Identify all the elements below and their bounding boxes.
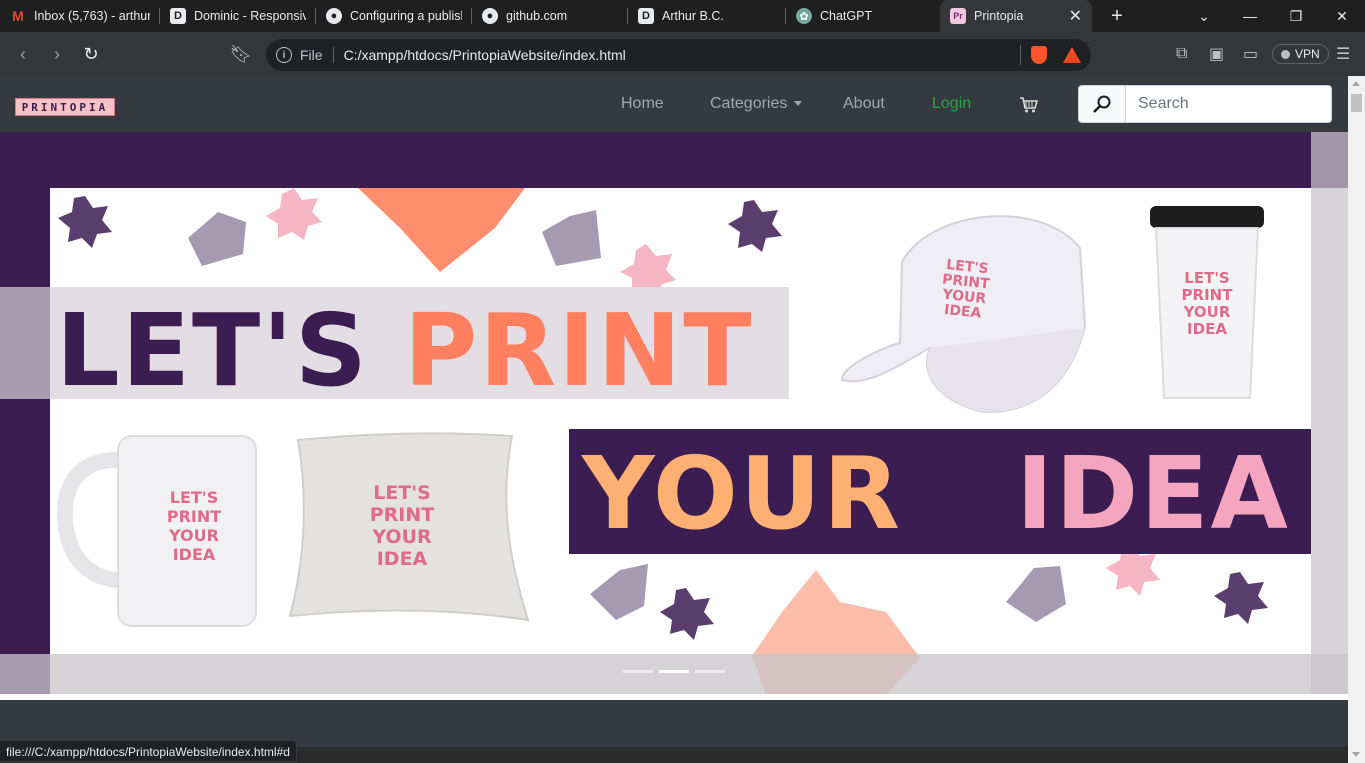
tab-github[interactable]: ● github.com [472,0,628,32]
cap-print: LET'S PRINT YOUR IDEA [941,256,991,322]
gmail-icon: M [12,8,24,24]
d-icon: D [170,8,186,24]
d-icon: D [638,8,654,24]
carousel-indicator-2[interactable] [659,670,689,673]
github-icon: ● [482,8,498,24]
forward-icon[interactable]: › [40,44,74,65]
github-icon: ● [326,8,342,24]
carousel-slide: LET'S PRINT YOUR IDEA LET'S PRINT YOUR I… [50,188,1311,694]
mug-print: LET'S PRINT YOUR IDEA [166,488,222,564]
browser-tab-bar: M Inbox (5,763) - arthur D Dominic - Res… [0,0,1365,32]
brave-shields-icon[interactable] [1031,46,1047,64]
cup-print: LET'S PRINT YOUR IDEA [1181,269,1233,338]
menu-icon[interactable]: ☰ [1336,32,1350,76]
restore-icon[interactable]: ❐ [1273,8,1319,25]
tab-arthur[interactable]: D Arthur B.C. [628,0,786,32]
minimize-icon[interactable]: — [1227,8,1273,24]
nav-categories[interactable]: Categories [710,95,802,113]
pillow-print: LET'S PRINT YOUR IDEA [369,482,435,570]
site-navbar: PRINTOPIA Home Categories About Login [0,76,1348,132]
carousel-indicator-3[interactable] [695,670,725,673]
carousel-edge [0,287,50,399]
printopia-icon: Pr [950,8,966,24]
reload-icon[interactable]: ↻ [74,44,108,65]
vpn-icon [1281,49,1290,59]
window-controls: ⌄ — ❐ ✕ [1181,0,1365,32]
sidebar-icon[interactable]: ▣ [1209,32,1224,76]
omnibox[interactable]: i File C:/xampp/htdocs/PrintopiaWebsite/… [266,39,1091,71]
carousel-edge [0,654,50,694]
back-icon[interactable]: ‹ [6,44,40,65]
close-window-icon[interactable]: ✕ [1319,8,1365,25]
carousel-indicator-1[interactable] [623,670,653,673]
search-button[interactable] [1078,85,1126,123]
tab-chatgpt[interactable]: ✿ ChatGPT [786,0,940,32]
search-icon [1093,95,1111,113]
nav-login[interactable]: Login [932,95,971,113]
hero-carousel: LET'S PRINT YOUR IDEA LET'S PRINT YOUR I… [0,132,1348,694]
headline-idea: IDEA [1016,435,1290,552]
scroll-up-icon[interactable] [1352,81,1360,86]
tab-gmail[interactable]: M Inbox (5,763) - arthur [0,0,160,32]
tab-search-icon[interactable]: ⌄ [1181,8,1227,25]
scroll-down-icon[interactable] [1352,752,1360,757]
tab-printopia[interactable]: Pr Printopia ✕ [940,0,1092,32]
vertical-scrollbar[interactable] [1348,76,1365,763]
headline-print: PRINT [404,292,754,409]
headline-your: YOUR [582,435,903,552]
tab-dominic[interactable]: D Dominic - Responsive [160,0,316,32]
nav-about[interactable]: About [843,95,885,113]
brave-rewards-icon[interactable] [1063,47,1081,63]
info-icon[interactable]: i [276,47,292,63]
chatgpt-icon: ✿ [796,8,812,24]
headline-lets: LET'S [56,292,369,409]
nav-home[interactable]: Home [621,95,664,113]
web-page: PRINTOPIA Home Categories About Login Se… [0,76,1348,763]
scroll-thumb[interactable] [1351,94,1362,112]
carousel-caption-band [0,654,1348,694]
divider [1020,45,1021,65]
brand-logo[interactable]: PRINTOPIA [15,98,115,116]
scheme-label: File [300,47,334,63]
carousel-edge [1311,188,1348,694]
caret-down-icon [793,101,802,107]
carousel-indicators [623,670,725,673]
tab-configuring[interactable]: ● Configuring a publish [316,0,472,32]
extensions-icon[interactable]: ⧉ [1176,32,1187,76]
new-tab-button[interactable]: + [1102,5,1132,28]
address-toolbar: ‹ › ↻ 🔖︎ i File C:/xampp/htdocs/Printopi… [0,32,1365,76]
wallet-icon[interactable]: ▭ [1243,32,1258,76]
url-text[interactable]: C:/xampp/htdocs/PrintopiaWebsite/index.h… [344,47,626,63]
cart-icon[interactable] [1019,96,1039,114]
close-tab-icon[interactable]: ✕ [1069,6,1082,26]
status-bar-url: file:///C:/xampp/htdocs/PrintopiaWebsite… [0,740,297,762]
search-input[interactable] [1125,85,1332,123]
bookmark-icon[interactable]: 🔖︎ [224,44,258,65]
vpn-button[interactable]: VPN [1272,32,1329,76]
